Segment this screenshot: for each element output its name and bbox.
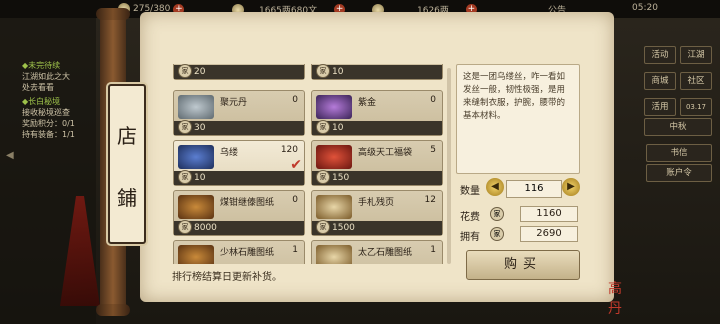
item-list-scrollbar[interactable] (447, 68, 451, 264)
item-description: 这是一团乌缕丝，咋一看如发丝一般，韧性极强，是用来缝制衣服，护腕，腰带的基本材料… (456, 64, 580, 174)
quest-item: 持有装备：1/1 (22, 130, 75, 139)
owned-value: 2690 (520, 226, 578, 242)
shop-item-card-selected[interactable]: 乌缕 120 家 10 ✔ (173, 140, 305, 186)
menu-button-community[interactable]: 社区 (680, 72, 712, 90)
item-image (316, 195, 352, 219)
item-price: 150 (332, 173, 350, 183)
clock: 05:20 (632, 3, 658, 13)
scroll-cap-bottom (96, 304, 130, 316)
quantity-input[interactable]: 116 (506, 180, 562, 198)
scroll-cap-top (96, 8, 130, 20)
item-image (316, 145, 352, 169)
shop-item-card[interactable]: 太乙石雕图纸 1 (311, 240, 443, 264)
item-name: 手札残页 (358, 198, 395, 208)
shop-item-card[interactable]: 少林石雕图纸 1 (173, 240, 305, 264)
cost-label: 花费 (460, 212, 480, 223)
item-count: 0 (430, 95, 436, 105)
menu-button-letters[interactable]: 书信 (646, 144, 712, 162)
item-count: 0 (292, 195, 298, 205)
collapse-left-arrow-icon[interactable]: ◀ (6, 150, 14, 161)
shop-sign-char: 店 (117, 124, 137, 148)
item-image (178, 95, 214, 119)
date-label: 03.17 (680, 98, 712, 116)
item-price: 10 (332, 123, 344, 133)
item-image (316, 245, 352, 264)
item-count: 5 (430, 145, 436, 155)
shop-item-card[interactable]: 聚元丹 0 家 30 (173, 90, 305, 136)
item-price: 10 (194, 173, 206, 183)
item-price: 20 (194, 67, 206, 77)
item-name: 煤钳继傣图纸 (220, 198, 275, 208)
selected-check-icon: ✔ (290, 157, 302, 173)
item-price: 10 (332, 67, 344, 77)
cost-value: 1160 (520, 206, 578, 222)
item-count: 12 (424, 195, 436, 205)
quest-item: 江湖如此之大 (22, 72, 70, 81)
menu-button-activity[interactable]: 活动 (644, 46, 676, 64)
quest-item[interactable]: ◆长白秘境 (22, 96, 60, 107)
item-price: 8000 (194, 223, 217, 233)
item-name: 太乙石雕图纸 (358, 248, 413, 258)
menu-button-mall[interactable]: 商城 (644, 72, 676, 90)
item-name: 少林石雕图纸 (220, 248, 275, 258)
seal-stamp: 高丹 (608, 281, 622, 317)
quest-item: 接收秘境巡查 (22, 108, 70, 117)
currency-icon: 家 (178, 120, 192, 134)
item-price: 30 (194, 123, 206, 133)
item-name: 聚元丹 (220, 98, 248, 108)
right-menu: 活动 江湖 商城 社区 活用 03.17 中秋 书信 账户令 (632, 18, 720, 324)
owned-label: 拥有 (460, 232, 480, 243)
buy-button[interactable]: 购买 (466, 250, 580, 280)
shop-item-list[interactable]: 家 20 家 10 聚元丹 0 家 30 紫金 0 家 10 乌缕 120 家 … (167, 64, 447, 264)
item-image (178, 245, 214, 264)
menu-button-jianghu[interactable]: 江湖 (680, 46, 712, 64)
decrease-quantity-button[interactable]: ◀ (486, 178, 504, 196)
item-count: 0 (292, 95, 298, 105)
currency-icon: 家 (178, 220, 192, 234)
menu-button-use[interactable]: 活用 (644, 98, 676, 116)
currency-icon: 家 (178, 64, 192, 78)
shop-item-card[interactable]: 煤钳继傣图纸 0 家 8000 (173, 190, 305, 236)
item-count: 1 (430, 245, 436, 255)
item-image (178, 195, 214, 219)
shop-sign: 店 鋪 (108, 84, 146, 244)
currency-icon: 家 (316, 64, 330, 78)
quest-item: 处去看看 (22, 83, 54, 92)
shop-item-card[interactable]: 紫金 0 家 10 (311, 90, 443, 136)
increase-quantity-button[interactable]: ▶ (562, 178, 580, 196)
restock-notice: 排行榜结算日更新补货。 (172, 272, 282, 283)
item-count: 120 (280, 145, 298, 155)
shop-item-card[interactable]: 手札残页 12 家 1500 (311, 190, 443, 236)
currency-icon: 家 (316, 120, 330, 134)
currency-icon: 家 (178, 170, 192, 184)
currency-icon: 家 (316, 170, 330, 184)
item-price: 1500 (332, 223, 355, 233)
currency-icon: 家 (490, 227, 504, 241)
menu-button-account[interactable]: 账户令 (646, 164, 712, 182)
time-label: 05:20 (632, 3, 658, 13)
quest-item[interactable]: ◆未完待续 (22, 60, 60, 71)
item-name: 乌缕 (220, 148, 239, 158)
shop-item-card[interactable]: 家 20 (173, 64, 305, 80)
shop-sign-char: 鋪 (117, 186, 137, 210)
currency-icon: 家 (490, 207, 504, 221)
item-name: 紫金 (358, 98, 377, 108)
menu-button-midautumn[interactable]: 中秋 (644, 118, 712, 136)
item-name: 高级天工福袋 (358, 148, 413, 158)
currency-icon: 家 (316, 220, 330, 234)
quest-item: 奖励积分：0/1 (22, 119, 75, 128)
item-count: 1 (292, 245, 298, 255)
quantity-label: 数量 (460, 186, 480, 197)
shop-item-card[interactable]: 高级天工福袋 5 家 150 (311, 140, 443, 186)
item-image (316, 95, 352, 119)
shop-item-card[interactable]: 家 10 (311, 64, 443, 80)
item-image (178, 145, 214, 169)
